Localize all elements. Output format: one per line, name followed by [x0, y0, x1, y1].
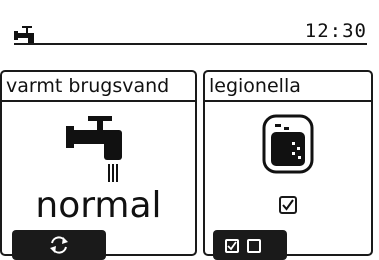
empty-box-icon[interactable] — [247, 239, 261, 253]
tank-icon — [262, 114, 314, 174]
cycle-arrows-icon — [50, 236, 68, 254]
dhw-status: normal — [35, 185, 162, 226]
checkmark-icon — [282, 199, 294, 211]
dhw-panel-title: varmt brugsvand — [2, 72, 195, 102]
legionella-panel[interactable]: legionella — [203, 70, 373, 260]
clock: 12:30 — [304, 20, 367, 42]
checkbox-toggle-bar[interactable] — [213, 230, 287, 260]
checked-box-icon[interactable] — [225, 239, 239, 253]
cycle-button[interactable] — [12, 230, 106, 260]
legionella-panel-title: legionella — [205, 72, 371, 102]
controller-screen: 12:30 varmt brugsvand normal legionella — [0, 0, 379, 260]
legionella-checkbox[interactable] — [279, 196, 297, 214]
faucet-icon — [66, 116, 122, 182]
dhw-panel[interactable]: varmt brugsvand normal — [0, 70, 197, 260]
status-divider — [14, 43, 367, 45]
